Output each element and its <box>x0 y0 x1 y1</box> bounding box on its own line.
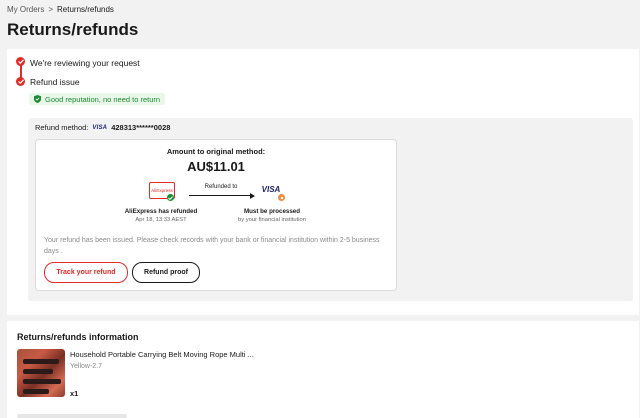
page-title: Returns/refunds <box>7 20 139 39</box>
refund-method-row: Refund method: VISA 428313******0028 <box>35 123 170 132</box>
refund-proof-button[interactable]: Refund proof <box>132 262 200 283</box>
source-status-title: AliExpress has refunded <box>124 208 198 215</box>
amount-title: Amount to original method: <box>166 147 266 156</box>
track-refund-button[interactable]: Track your refund <box>44 262 128 283</box>
refund-method-label: Refund method: <box>35 123 89 132</box>
step-check-icon <box>16 57 25 66</box>
arrow-right-icon <box>189 195 253 196</box>
reputation-text: Good reputation, no need to return <box>45 94 161 104</box>
card-number: 428313******0028 <box>111 123 171 132</box>
next-section-stub <box>17 414 127 418</box>
refunded-to-label: Refunded to <box>204 184 238 190</box>
step-check-icon <box>16 77 25 86</box>
amount-value: AU$11.01 <box>187 159 245 174</box>
product-title[interactable]: Household Portable Carrying Belt Moving … <box>70 350 254 359</box>
pending-status-icon <box>278 194 285 201</box>
product-thumbnail[interactable] <box>17 349 65 397</box>
refund-details-panel: Refund method: VISA 428313******0028 Amo… <box>28 118 633 301</box>
breadcrumb-current: Returns/refunds <box>57 5 114 14</box>
dest-status-title: Must be processed <box>243 208 301 215</box>
visa-logo: VISA <box>92 124 108 131</box>
step-label-reviewing: We're reviewing your request <box>30 58 140 68</box>
shield-check-icon <box>34 95 41 103</box>
breadcrumb-separator: > <box>48 5 54 14</box>
returns-info-title: Returns/refunds information <box>17 332 139 342</box>
breadcrumb-my-orders[interactable]: My Orders <box>7 5 44 14</box>
source-status-time: Apr 18, 13:33 AEST <box>135 217 187 223</box>
dest-status-sub: by your financial institution <box>238 217 306 223</box>
refund-status-card: We're reviewing your request Refund issu… <box>7 49 639 315</box>
breadcrumb: My Orders > Returns/refunds <box>7 5 114 14</box>
reputation-badge: Good reputation, no need to return <box>29 93 166 105</box>
refund-amount-card: Amount to original method: AU$11.01 AliE… <box>35 139 397 291</box>
step-label-refund-issue: Refund issue <box>30 77 80 87</box>
product-quantity: x1 <box>70 389 79 398</box>
arrow-head-icon <box>250 192 255 199</box>
refund-note: Your refund has been issued. Please chec… <box>44 237 380 255</box>
product-variant: Yellow-2.7 <box>70 363 103 370</box>
success-check-icon <box>167 194 174 201</box>
returns-info-card: Returns/refunds information Household Po… <box>7 321 639 418</box>
